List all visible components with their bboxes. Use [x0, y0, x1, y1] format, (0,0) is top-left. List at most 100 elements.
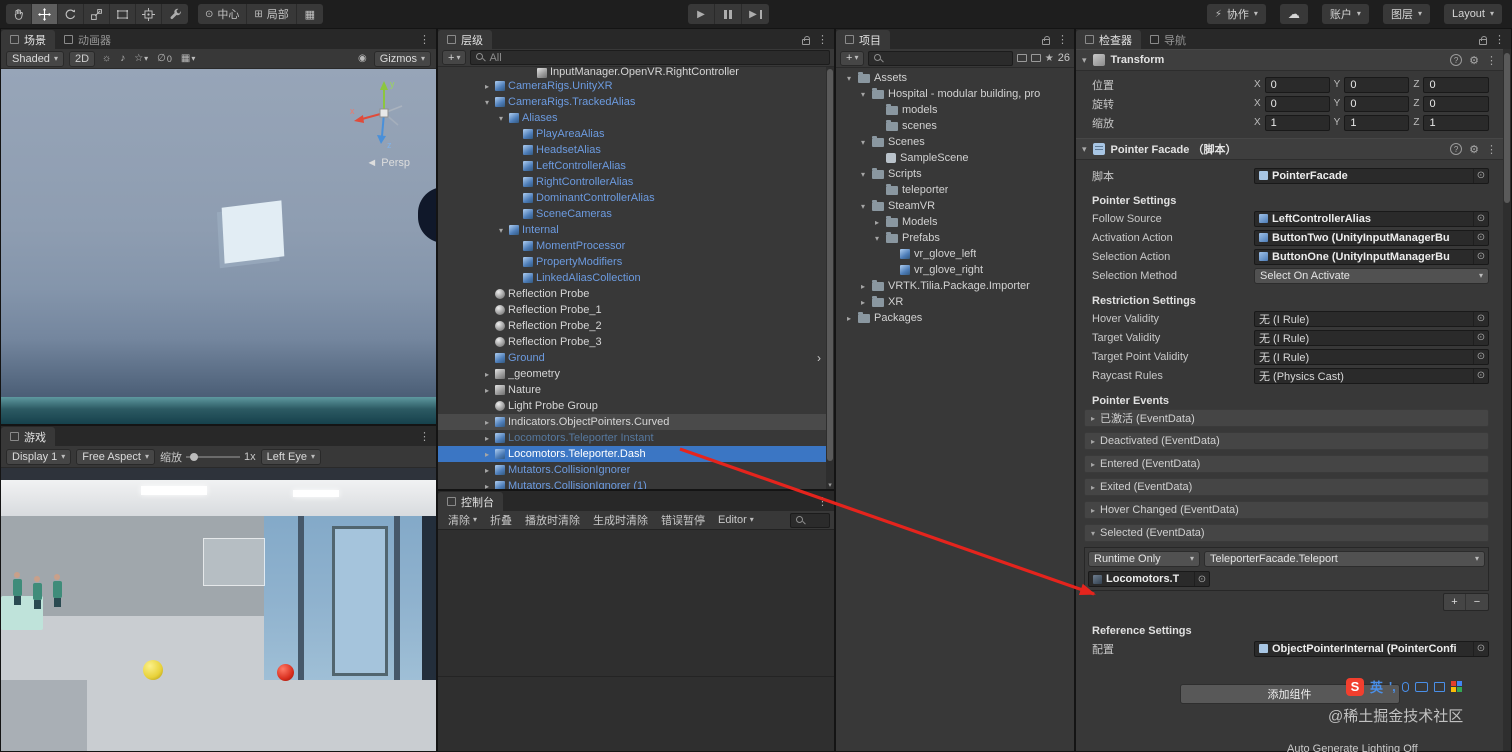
event-header[interactable]: ▸ Entered (EventData): [1084, 455, 1489, 473]
project-item[interactable]: ▾ Scenes: [836, 134, 1074, 150]
help-icon[interactable]: ?: [1450, 143, 1463, 155]
project-item[interactable]: ▸ VRTK.Tilia.Package.Importer: [836, 278, 1074, 294]
zoom-slider[interactable]: [185, 452, 240, 461]
hierarchy-item[interactable]: LinkedAliasCollection: [438, 270, 826, 286]
eye-dropdown[interactable]: Left Eye ▾: [260, 448, 321, 465]
lock-icon[interactable]: [1042, 35, 1050, 45]
scene-cube-object[interactable]: [221, 200, 285, 264]
projection-mode-label[interactable]: ◄ Persp: [366, 157, 410, 169]
hierarchy-item[interactable]: ▸ Nature: [438, 382, 826, 398]
hierarchy-item[interactable]: DominantControllerAlias: [438, 190, 826, 206]
selection-action-field[interactable]: ButtonOne (UnityInputManagerBu ⊙: [1254, 248, 1489, 265]
expand-arrow-icon[interactable]: ▾: [858, 202, 868, 211]
object-picker-icon[interactable]: ⊙: [1473, 349, 1488, 364]
expand-arrow-icon[interactable]: ▸: [482, 82, 492, 91]
hierarchy-item[interactable]: ▾ Aliases: [438, 110, 826, 126]
layout-dropdown[interactable]: Layout ▾: [1443, 4, 1502, 24]
expand-arrow-icon[interactable]: ▾: [482, 98, 492, 107]
custom-tool[interactable]: [162, 4, 188, 24]
tab-inspector[interactable]: 检查器: [1076, 30, 1141, 49]
project-item[interactable]: ▾ SteamVR: [836, 198, 1074, 214]
rect-tool[interactable]: [110, 4, 136, 24]
effects-dropdown-icon[interactable]: ☆ ▾: [132, 53, 150, 64]
hierarchy-item[interactable]: ▸ _geometry: [438, 366, 826, 382]
project-item[interactable]: models: [836, 102, 1074, 118]
console-error-pause-toggle[interactable]: 错误暂停: [655, 511, 711, 529]
project-item[interactable]: ▾ Hospital - modular building, pro: [836, 86, 1074, 102]
tab-animator[interactable]: 动画器: [55, 30, 120, 49]
pause-button[interactable]: [715, 4, 742, 24]
expand-arrow-icon[interactable]: ▸: [482, 386, 492, 395]
hierarchy-item[interactable]: ▾ CameraRigs.TrackedAlias: [438, 94, 826, 110]
rotation-z-field[interactable]: 0: [1423, 95, 1490, 112]
hierarchy-item[interactable]: MomentProcessor: [438, 238, 826, 254]
zoom-slider-knob[interactable]: [189, 452, 198, 461]
keyboard-icon[interactable]: [1414, 681, 1428, 692]
hierarchy-item[interactable]: ▸ Locomotors.Teleporter.Dash: [438, 446, 826, 462]
panel-menu-icon[interactable]: ⋮: [419, 430, 430, 443]
expand-arrow-icon[interactable]: ▸: [872, 218, 882, 227]
foldout-arrow-icon[interactable]: ▸: [1088, 460, 1098, 469]
object-picker-icon[interactable]: ⊙: [1473, 211, 1488, 226]
camera-settings-icon[interactable]: ◉: [356, 53, 369, 64]
lock-icon[interactable]: [802, 35, 810, 45]
pivot-mode-button[interactable]: ⊙ 中心: [198, 4, 248, 24]
project-item[interactable]: vr_glove_right: [836, 262, 1074, 278]
expand-arrow-icon[interactable]: ▸: [858, 282, 868, 291]
hierarchy-item[interactable]: HeadsetAlias: [438, 142, 826, 158]
hierarchy-item[interactable]: ▾ Internal: [438, 222, 826, 238]
console-clear-on-play-toggle[interactable]: 播放时清除: [519, 511, 586, 529]
position-x-field[interactable]: 0: [1264, 76, 1330, 93]
panel-menu-icon[interactable]: ⋮: [1057, 33, 1068, 46]
expand-arrow-icon[interactable]: ▸: [482, 370, 492, 379]
foldout-arrow-icon[interactable]: ▾: [1082, 55, 1087, 66]
event-add-button[interactable]: +: [1444, 594, 1466, 610]
lighting-toggle-icon[interactable]: ☼: [100, 53, 113, 64]
position-y-field[interactable]: 0: [1344, 76, 1410, 93]
event-function-dropdown[interactable]: TeleporterFacade.Teleport ▾: [1204, 551, 1485, 567]
tab-scene[interactable]: 场景: [1, 30, 55, 49]
console-clear-button[interactable]: 清除 ▾: [442, 511, 483, 529]
script-field[interactable]: PointerFacade ⊙: [1254, 167, 1489, 184]
help-icon[interactable]: ?: [1450, 54, 1463, 66]
aspect-dropdown[interactable]: Free Aspect ▾: [76, 448, 155, 465]
object-picker-icon[interactable]: ⊙: [1473, 641, 1488, 656]
move-tool[interactable]: [32, 4, 58, 24]
expand-arrow-icon[interactable]: ▾: [496, 114, 506, 123]
panel-menu-icon[interactable]: ⋮: [817, 33, 828, 46]
scene-viewport[interactable]: y x z ◄ Persp: [1, 69, 436, 424]
hierarchy-item[interactable]: SceneCameras: [438, 206, 826, 222]
expand-arrow-icon[interactable]: ▾: [844, 74, 854, 83]
hierarchy-item[interactable]: Reflection Probe_3: [438, 334, 826, 350]
event-header[interactable]: ▸ Hover Changed (EventData): [1084, 501, 1489, 519]
hierarchy-item[interactable]: PropertyModifiers: [438, 254, 826, 270]
event-mode-dropdown[interactable]: Runtime Only ▾: [1088, 551, 1200, 567]
ime-language-toggle[interactable]: 英: [1370, 677, 1383, 696]
scroll-down-icon[interactable]: ▾: [826, 481, 834, 489]
event-header[interactable]: ▸ Deactivated (EventData): [1084, 432, 1489, 450]
expand-arrow-icon[interactable]: ▾: [858, 138, 868, 147]
activation-action-field[interactable]: ButtonTwo (UnityInputManagerBu ⊙: [1254, 229, 1489, 246]
pointer-facade-component-header[interactable]: ▾ Pointer Facade （脚本） ? ⚙ ⋮: [1076, 138, 1503, 160]
hierarchy-item[interactable]: LeftControllerAlias: [438, 158, 826, 174]
event-header[interactable]: ▸ Exited (EventData): [1084, 478, 1489, 496]
lock-icon[interactable]: [1479, 35, 1487, 45]
raycast-rules-field[interactable]: 无 (Physics Cast) ⊙: [1254, 367, 1489, 384]
expand-arrow-icon[interactable]: ▸: [858, 298, 868, 307]
foldout-arrow-icon[interactable]: ▸: [1088, 414, 1098, 423]
project-item[interactable]: SampleScene: [836, 150, 1074, 166]
object-picker-icon[interactable]: ⊙: [1473, 330, 1488, 345]
event-header[interactable]: ▸ 已激活 (EventData): [1084, 409, 1489, 427]
grid-snap-button[interactable]: ▦: [296, 4, 323, 24]
tab-navigation[interactable]: 导航: [1141, 30, 1195, 49]
object-picker-icon[interactable]: ⊙: [1194, 572, 1209, 586]
hidden-objects-toggle[interactable]: ∅ 0: [155, 53, 174, 64]
hierarchy-item[interactable]: Ground ›: [438, 350, 826, 366]
follow-source-field[interactable]: LeftControllerAlias ⊙: [1254, 210, 1489, 227]
project-search-input[interactable]: [868, 50, 1013, 66]
hover-validity-field[interactable]: 无 (I Rule) ⊙: [1254, 310, 1489, 327]
panel-menu-icon[interactable]: ⋮: [817, 495, 828, 508]
scrollbar-thumb[interactable]: [1504, 53, 1510, 203]
object-picker-icon[interactable]: ⊙: [1473, 168, 1488, 183]
preset-icon[interactable]: ⚙: [1469, 54, 1479, 67]
